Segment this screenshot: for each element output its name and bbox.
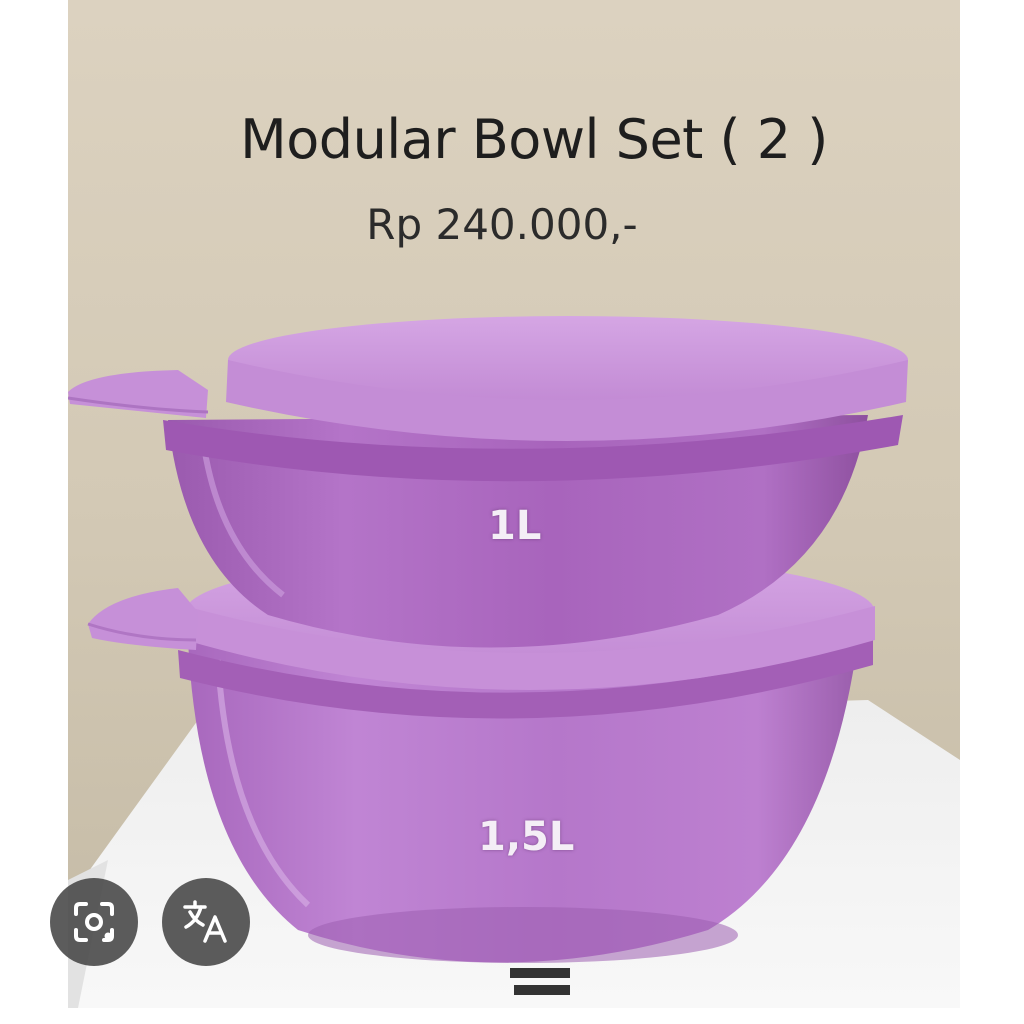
translate-button[interactable]	[162, 878, 250, 966]
bowl-label-small: 1L	[488, 503, 542, 549]
product-title: Modular Bowl Set ( 2 )	[240, 108, 828, 171]
product-price: Rp 240.000,-	[366, 200, 638, 249]
product-photo[interactable]: Modular Bowl Set ( 2 ) Rp 240.000,- 1L 1…	[68, 0, 960, 1008]
translate-icon	[183, 900, 227, 943]
visual-search-button[interactable]	[50, 878, 138, 966]
bowl-label-large: 1,5L	[478, 814, 575, 860]
image-viewer: Modular Bowl Set ( 2 ) Rp 240.000,- 1L 1…	[0, 0, 1024, 1024]
camera-search-icon	[74, 902, 114, 942]
